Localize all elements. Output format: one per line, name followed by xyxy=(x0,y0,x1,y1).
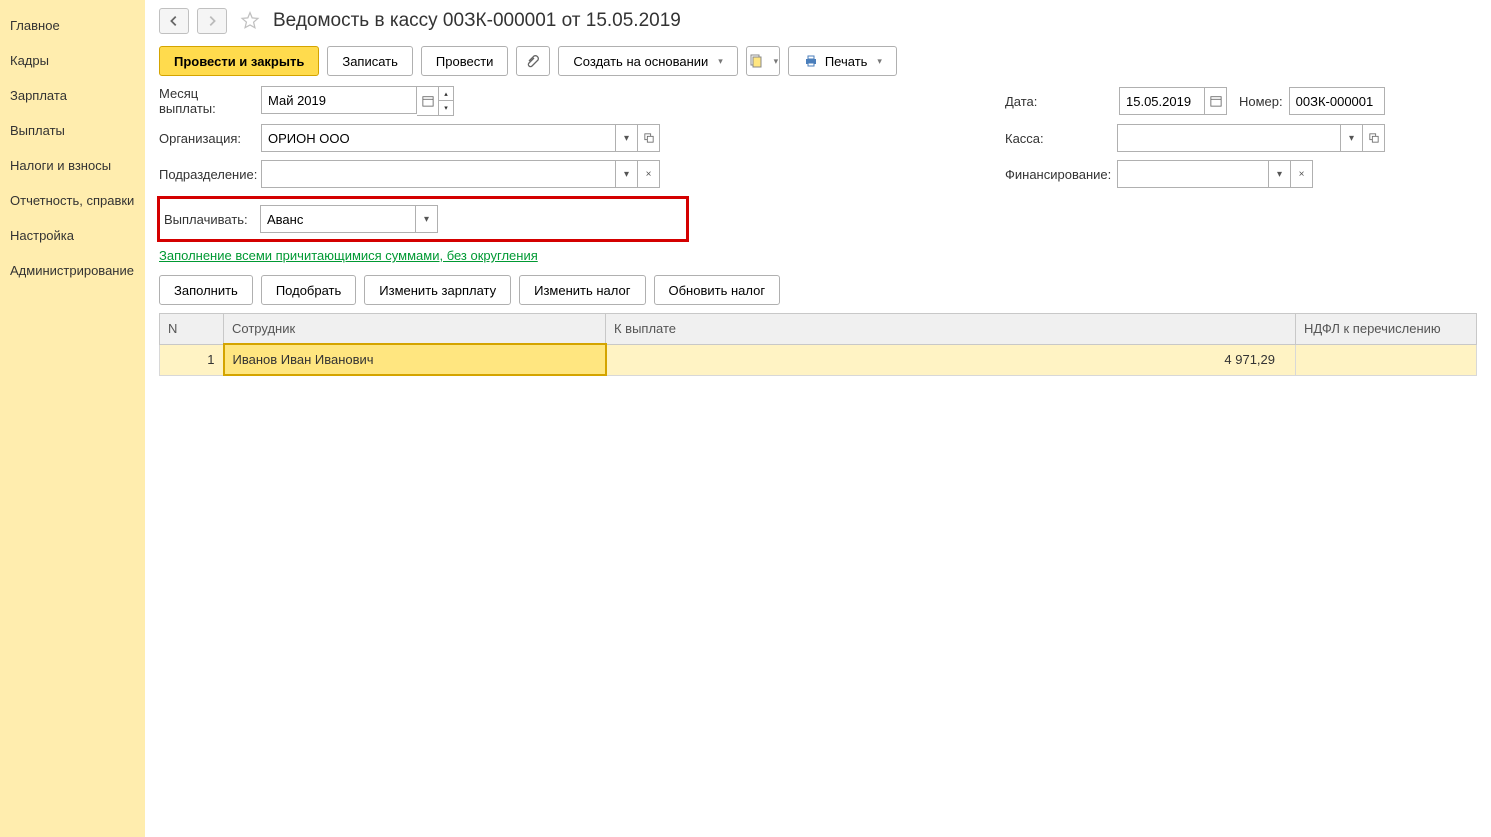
arrow-left-icon xyxy=(167,14,181,28)
pay-type-input[interactable] xyxy=(260,205,416,233)
print-button[interactable]: Печать xyxy=(788,46,897,76)
table-container: N Сотрудник К выплате НДФЛ к перечислени… xyxy=(145,313,1491,837)
kassa-input[interactable] xyxy=(1117,124,1341,152)
post-button[interactable]: Провести xyxy=(421,46,509,76)
sidebar-item-salary[interactable]: Зарплата xyxy=(0,78,145,113)
month-input[interactable] xyxy=(261,86,417,114)
fill-button[interactable]: Заполнить xyxy=(159,275,253,305)
org-dropdown-button[interactable]: ▾ xyxy=(616,124,638,152)
date-label: Дата: xyxy=(1005,94,1045,109)
fill-amounts-link[interactable]: Заполнение всеми причитающимися суммами,… xyxy=(159,246,538,271)
page-title: Ведомость в кассу 00ЗК-000001 от 15.05.2… xyxy=(273,10,681,32)
month-up-button[interactable]: ▴ xyxy=(439,87,453,101)
pay-type-dropdown-button[interactable]: ▾ xyxy=(416,205,438,233)
documents-button[interactable] xyxy=(746,46,780,76)
pick-button[interactable]: Подобрать xyxy=(261,275,356,305)
dept-clear-button[interactable]: × xyxy=(638,160,660,188)
kassa-open-button[interactable] xyxy=(1363,124,1385,152)
cell-to-pay[interactable]: 4 971,29 xyxy=(606,344,1296,375)
favorite-icon[interactable] xyxy=(239,10,261,32)
sidebar-item-hr[interactable]: Кадры xyxy=(0,43,145,78)
sidebar: Главное Кадры Зарплата Выплаты Налоги и … xyxy=(0,0,145,837)
post-and-close-button[interactable]: Провести и закрыть xyxy=(159,46,319,76)
col-header-pay[interactable]: К выплате xyxy=(606,314,1296,345)
kassa-label: Касса: xyxy=(1005,131,1111,146)
sidebar-item-admin[interactable]: Администрирование xyxy=(0,253,145,288)
finance-input[interactable] xyxy=(1117,160,1269,188)
arrow-right-icon xyxy=(205,14,219,28)
sidebar-item-main[interactable]: Главное xyxy=(0,8,145,43)
col-header-employee[interactable]: Сотрудник xyxy=(224,314,606,345)
dept-label: Подразделение: xyxy=(159,167,255,182)
cell-ndfl[interactable] xyxy=(1296,344,1477,375)
col-header-n[interactable]: N xyxy=(160,314,224,345)
cell-employee[interactable]: Иванов Иван Иванович xyxy=(224,344,606,375)
pay-type-highlight: Выплачивать: ▾ xyxy=(157,196,689,242)
cell-n[interactable]: 1 xyxy=(160,344,224,375)
calendar-icon xyxy=(422,95,434,107)
pay-label: Выплачивать: xyxy=(164,212,260,227)
write-button[interactable]: Записать xyxy=(327,46,413,76)
date-calendar-button[interactable] xyxy=(1205,87,1227,115)
table-toolbar: Заполнить Подобрать Изменить зарплату Из… xyxy=(145,271,1491,313)
number-label: Номер: xyxy=(1239,94,1283,109)
update-tax-button[interactable]: Обновить налог xyxy=(654,275,781,305)
edit-salary-button[interactable]: Изменить зарплату xyxy=(364,275,511,305)
month-calendar-button[interactable] xyxy=(417,86,439,116)
edit-tax-button[interactable]: Изменить налог xyxy=(519,275,645,305)
header: Ведомость в кассу 00ЗК-000001 от 15.05.2… xyxy=(145,0,1491,40)
sidebar-item-taxes[interactable]: Налоги и взносы xyxy=(0,148,145,183)
kassa-dropdown-button[interactable]: ▾ xyxy=(1341,124,1363,152)
employees-table: N Сотрудник К выплате НДФЛ к перечислени… xyxy=(159,313,1477,376)
open-icon xyxy=(1369,133,1379,143)
forward-button[interactable] xyxy=(197,8,227,34)
sidebar-item-reports[interactable]: Отчетность, справки xyxy=(0,183,145,218)
attach-button[interactable] xyxy=(516,46,550,76)
date-input[interactable] xyxy=(1119,87,1205,115)
month-label: Месяц выплаты: xyxy=(159,86,255,116)
col-header-ndfl[interactable]: НДФЛ к перечислению xyxy=(1296,314,1477,345)
sidebar-item-payments[interactable]: Выплаты xyxy=(0,113,145,148)
open-icon xyxy=(644,133,654,143)
document-icon xyxy=(748,53,764,69)
main-content: Ведомость в кассу 00ЗК-000001 от 15.05.2… xyxy=(145,0,1491,837)
finance-dropdown-button[interactable]: ▾ xyxy=(1269,160,1291,188)
dept-dropdown-button[interactable]: ▾ xyxy=(616,160,638,188)
org-input[interactable] xyxy=(261,124,616,152)
create-based-button[interactable]: Создать на основании xyxy=(558,46,737,76)
printer-icon xyxy=(803,53,819,69)
number-input[interactable] xyxy=(1289,87,1385,115)
back-button[interactable] xyxy=(159,8,189,34)
paperclip-icon xyxy=(525,53,541,69)
finance-clear-button[interactable]: × xyxy=(1291,160,1313,188)
table-row[interactable]: 1 Иванов Иван Иванович 4 971,29 xyxy=(160,344,1477,375)
main-toolbar: Провести и закрыть Записать Провести Соз… xyxy=(145,40,1491,86)
print-label: Печать xyxy=(825,54,868,69)
dept-input[interactable] xyxy=(261,160,616,188)
org-label: Организация: xyxy=(159,131,255,146)
form-area: Месяц выплаты: ▴ ▾ Дата: xyxy=(145,86,1491,271)
org-open-button[interactable] xyxy=(638,124,660,152)
sidebar-item-settings[interactable]: Настройка xyxy=(0,218,145,253)
calendar-icon xyxy=(1210,95,1222,107)
finance-label: Финансирование: xyxy=(1005,167,1111,182)
month-down-button[interactable]: ▾ xyxy=(439,101,453,115)
